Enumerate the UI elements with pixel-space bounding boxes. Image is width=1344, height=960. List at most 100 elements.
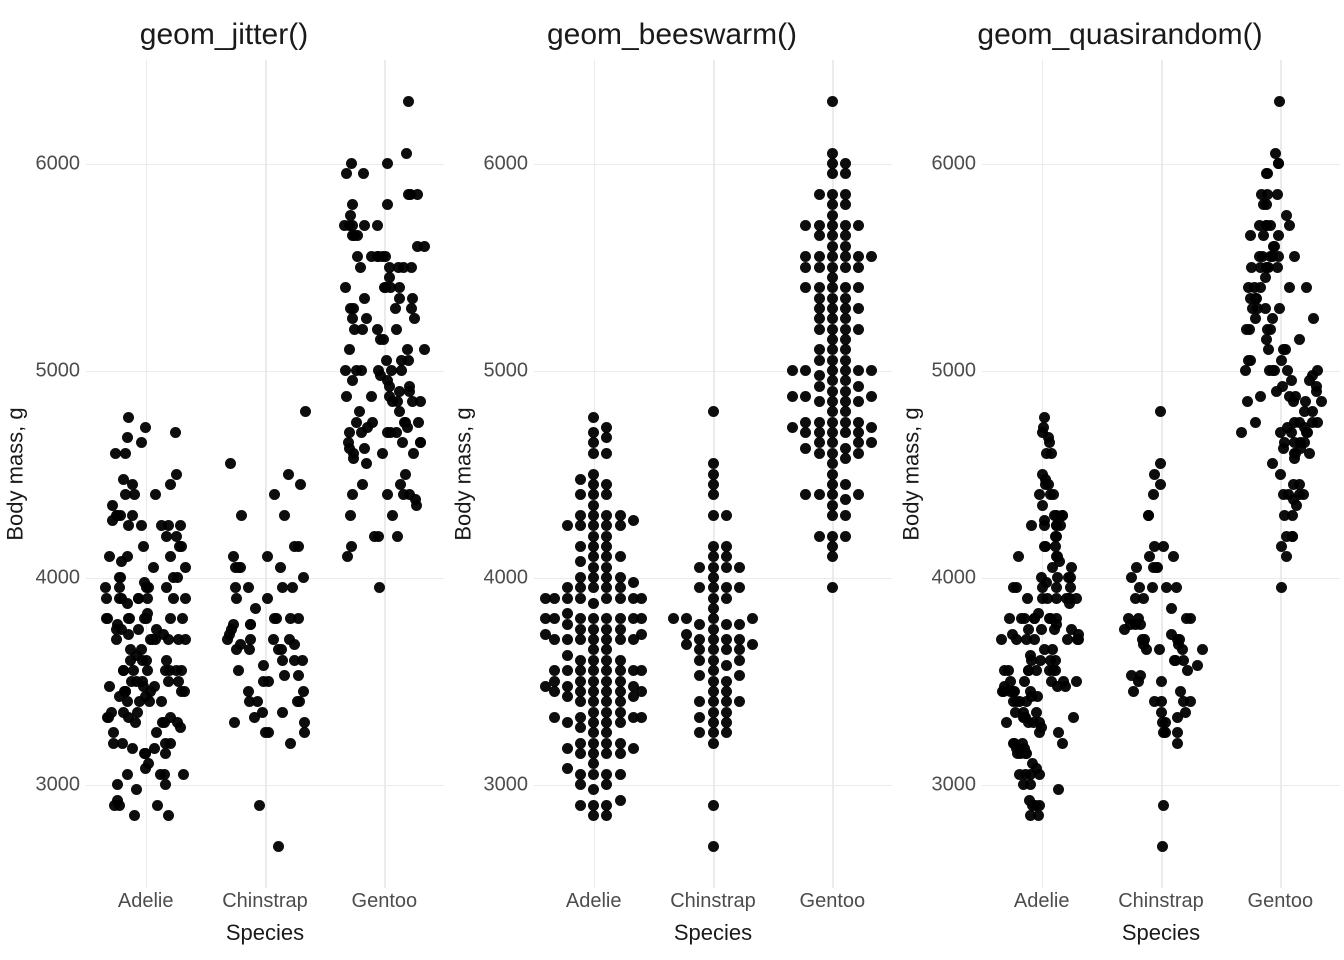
data-point <box>694 562 705 573</box>
data-point <box>615 572 626 583</box>
data-point <box>1013 551 1024 562</box>
data-point <box>1241 324 1252 335</box>
data-point <box>814 220 825 231</box>
data-point <box>101 593 112 604</box>
data-point <box>1263 344 1274 355</box>
data-point <box>840 168 851 179</box>
data-point <box>112 619 123 630</box>
data-point <box>575 769 586 780</box>
data-point <box>827 365 838 376</box>
data-point <box>1045 655 1056 666</box>
data-point <box>293 670 304 681</box>
data-point <box>840 230 851 241</box>
data-point <box>853 324 864 335</box>
data-point <box>252 696 263 707</box>
ylab-col: Body mass, g <box>900 60 924 888</box>
data-point <box>161 655 172 666</box>
data-point <box>1192 660 1203 671</box>
data-point <box>721 510 732 521</box>
data-point <box>800 443 811 454</box>
data-point <box>123 520 134 531</box>
data-point <box>588 582 599 593</box>
data-point <box>1245 355 1256 366</box>
data-point <box>1312 417 1323 428</box>
data-point <box>406 303 417 314</box>
data-point <box>615 717 626 728</box>
data-point <box>562 608 573 619</box>
data-point <box>827 293 838 304</box>
data-point <box>366 391 377 402</box>
data-point <box>588 624 599 635</box>
data-point <box>1066 562 1077 573</box>
y-tick-label: 6000 <box>932 152 977 175</box>
data-point <box>1018 779 1029 790</box>
data-point <box>708 665 719 676</box>
data-point <box>827 303 838 314</box>
data-point <box>827 500 838 511</box>
data-point <box>588 479 599 490</box>
data-point <box>1267 313 1278 324</box>
data-point <box>1274 96 1285 107</box>
data-point <box>359 220 370 231</box>
data-point <box>721 593 732 604</box>
x-axis-label: Species <box>452 918 892 960</box>
data-point <box>175 520 186 531</box>
data-point <box>263 727 274 738</box>
data-point <box>1073 629 1084 640</box>
data-point <box>1282 422 1293 433</box>
panel-title: geom_beeswarm() <box>452 0 892 60</box>
data-point <box>575 800 586 811</box>
data-point <box>694 582 705 593</box>
data-point <box>827 396 838 407</box>
data-point <box>734 670 745 681</box>
data-point <box>163 810 174 821</box>
data-point <box>562 717 573 728</box>
data-point <box>721 634 732 645</box>
data-point <box>827 427 838 438</box>
data-point <box>362 422 373 433</box>
y-axis-label: Body mass, g <box>3 407 29 540</box>
data-point <box>1008 686 1019 697</box>
data-point <box>1281 531 1292 542</box>
data-point <box>1182 665 1193 676</box>
data-point <box>142 665 153 676</box>
data-point <box>636 712 647 723</box>
data-point <box>814 417 825 428</box>
data-point <box>1143 510 1154 521</box>
data-point <box>866 251 877 262</box>
data-point <box>708 717 719 728</box>
data-point <box>708 644 719 655</box>
data-point <box>575 541 586 552</box>
data-point <box>1007 629 1018 640</box>
data-point <box>562 743 573 754</box>
data-point <box>1185 696 1196 707</box>
data-point <box>615 593 626 604</box>
data-point <box>114 582 125 593</box>
data-point <box>601 810 612 821</box>
data-point <box>575 489 586 500</box>
data-point <box>165 613 176 624</box>
data-point <box>1276 355 1287 366</box>
data-point <box>601 510 612 521</box>
data-point <box>814 448 825 459</box>
data-point <box>866 391 877 402</box>
data-point <box>721 562 732 573</box>
data-point <box>1281 551 1292 562</box>
data-point <box>721 717 732 728</box>
x-tick-label: Adelie <box>1014 890 1070 913</box>
data-point <box>401 148 412 159</box>
data-point <box>721 676 732 687</box>
data-point <box>177 613 188 624</box>
data-point <box>636 629 647 640</box>
data-point <box>866 422 877 433</box>
data-point <box>681 613 692 624</box>
data-point <box>708 541 719 552</box>
data-point <box>1019 676 1030 687</box>
data-point <box>708 603 719 614</box>
data-point <box>123 412 134 423</box>
data-point <box>345 210 356 221</box>
data-point <box>562 763 573 774</box>
data-point <box>1284 282 1295 293</box>
data-point <box>1011 743 1022 754</box>
data-point <box>131 784 142 795</box>
